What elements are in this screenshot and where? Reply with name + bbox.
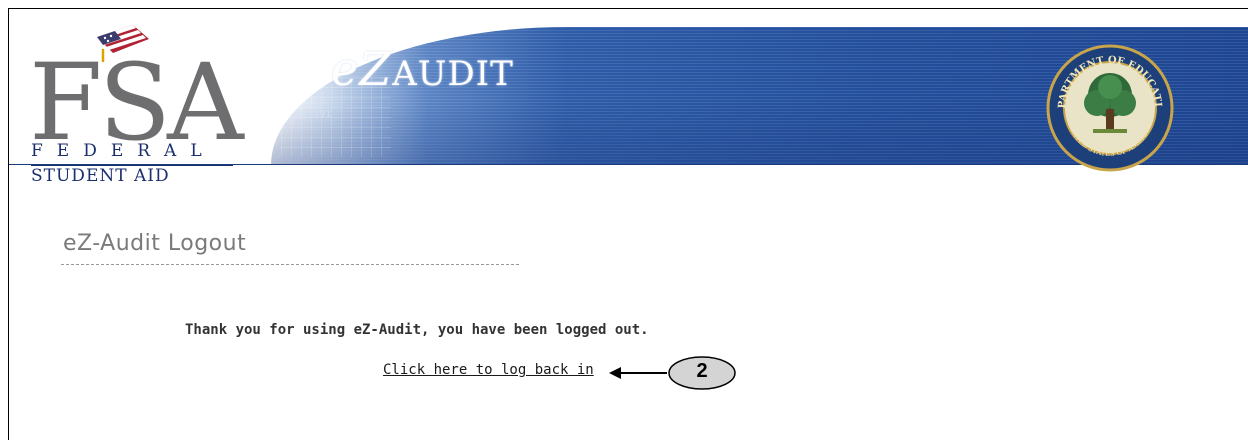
callout-number-badge: 2 (696, 360, 708, 382)
page-frame: 104,391 eZAUDIT FSA FEDERAL STUDENT AID … (8, 8, 1248, 440)
app-title: eZAUDIT (331, 46, 514, 96)
logo-federal-text: FEDERAL (31, 141, 216, 161)
page-title: eZ-Audit Logout (63, 231, 247, 256)
department-of-education-seal-icon: DEPARTMENT OF EDUCATION UNITED STATES OF… (1040, 35, 1175, 173)
title-divider (61, 264, 519, 265)
app-title-suffix: AUDIT (392, 54, 514, 94)
logo-student-aid-text: STUDENT AID (31, 166, 170, 186)
banner-decor-number: 104,391 (289, 109, 332, 120)
fsa-logo: FSA (29, 41, 244, 164)
header: 104,391 eZAUDIT FSA FEDERAL STUDENT AID … (9, 9, 1248, 187)
app-title-prefix: eZ (331, 42, 393, 96)
log-back-in-link[interactable]: Click here to log back in (383, 362, 594, 378)
flag-graduation-cap-icon (91, 19, 155, 67)
logout-message: Thank you for using eZ-Audit, you have b… (185, 322, 649, 338)
